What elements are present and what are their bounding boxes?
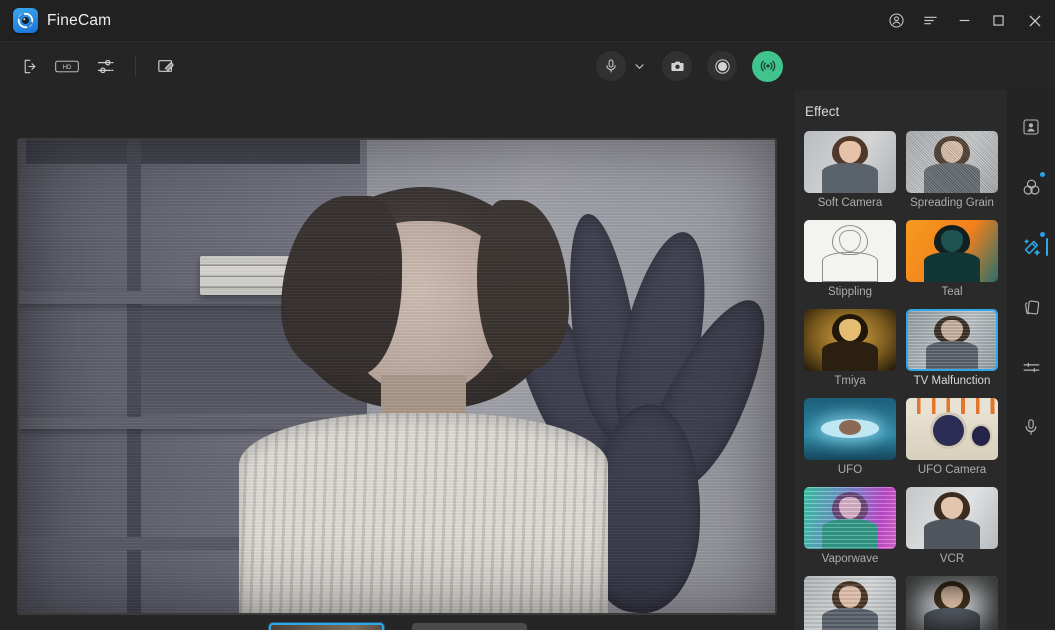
effect-label: UFO <box>837 464 863 476</box>
preview-vignette <box>19 140 775 613</box>
toolbar-right-group <box>596 42 783 90</box>
color-badge-dot <box>1040 172 1045 177</box>
effect-thumbnail[interactable] <box>906 576 998 630</box>
effect-label: Spreading Grain <box>910 197 994 209</box>
effect-item-stippling[interactable]: Stippling <box>803 220 897 299</box>
source-item-vcam[interactable]: XSplit VCam <box>268 623 384 630</box>
add-source-button[interactable]: + <box>411 623 527 630</box>
maximize-button[interactable] <box>981 0 1015 42</box>
effect-label: Soft Camera <box>817 197 883 209</box>
effect-item-tmiya[interactable]: Tmiya <box>803 309 897 388</box>
source-thumbnail[interactable] <box>268 623 384 630</box>
effect-item-vhs[interactable]: Vhs <box>803 576 897 630</box>
effect-thumbnail-selected[interactable] <box>906 309 998 371</box>
effect-thumbnail[interactable] <box>804 309 896 371</box>
effect-item-spreading-grain[interactable]: Spreading Grain <box>905 131 999 210</box>
effects-badge-dot <box>1040 232 1045 237</box>
rail-item-audio[interactable] <box>1014 410 1048 444</box>
adjustments-button[interactable] <box>90 52 120 80</box>
app-branding: FineCam <box>0 8 111 33</box>
effect-thumbnail[interactable] <box>804 398 896 460</box>
source-item-add[interactable]: + Add <box>411 623 527 630</box>
toolbar-divider <box>135 56 136 76</box>
effect-item-vignette[interactable]: Vignette <box>905 576 999 630</box>
snapshot-button[interactable] <box>662 51 692 81</box>
effect-thumbnail[interactable] <box>906 131 998 193</box>
active-tab-indicator <box>1046 238 1048 256</box>
microphone-button[interactable] <box>596 51 626 81</box>
effect-thumbnail[interactable] <box>906 487 998 549</box>
effect-thumbnail[interactable] <box>804 220 896 282</box>
effect-item-ufo-camera[interactable]: UFO Camera <box>905 398 999 477</box>
minimize-button[interactable] <box>947 0 981 42</box>
effect-label: Teal <box>941 286 963 298</box>
effect-thumbnail[interactable] <box>804 576 896 630</box>
effect-label: Stippling <box>827 286 873 298</box>
account-button[interactable] <box>879 0 913 42</box>
effect-item-ufo[interactable]: UFO <box>803 398 897 477</box>
source-strip: XSplit VCam + Add <box>0 623 795 630</box>
rail-item-color[interactable] <box>1014 170 1048 204</box>
effect-item-teal[interactable]: Teal <box>905 220 999 299</box>
effect-panel-title: Effect <box>805 104 840 119</box>
rail-item-background[interactable] <box>1014 110 1048 144</box>
menu-button[interactable] <box>913 0 947 42</box>
stage-area: XSplit VCam + Add <box>0 90 795 630</box>
effect-label: VCR <box>939 553 965 565</box>
record-button[interactable] <box>707 51 737 81</box>
right-rail <box>1007 90 1055 630</box>
effect-thumbnail[interactable] <box>906 398 998 460</box>
effect-thumbnail[interactable] <box>804 487 896 549</box>
app-title: FineCam <box>47 11 112 29</box>
preview-scene <box>19 140 775 613</box>
close-button[interactable] <box>1015 0 1055 42</box>
effect-item-vcr[interactable]: VCR <box>905 487 999 566</box>
effect-item-soft-camera[interactable]: Soft Camera <box>803 131 897 210</box>
rail-item-effects[interactable] <box>1014 230 1048 264</box>
main-toolbar: HD <box>0 42 1055 90</box>
effect-thumbnail[interactable] <box>804 131 896 193</box>
microphone-dropdown-chevron-down-icon[interactable] <box>630 52 648 80</box>
broadcast-button[interactable] <box>752 50 783 82</box>
sign-out-button[interactable] <box>14 52 44 80</box>
watermark-eraser-button[interactable] <box>151 52 181 80</box>
title-bar: FineCam <box>0 0 1055 42</box>
app-body: XSplit VCam + Add Effect <box>0 90 1055 630</box>
effect-item-tv-malfunction[interactable]: TV Malfunction <box>905 309 999 388</box>
toolbar-left-group: HD <box>14 52 181 80</box>
effect-item-vaporwave[interactable]: Vaporwave <box>803 487 897 566</box>
effect-thumbnail[interactable] <box>906 220 998 282</box>
rail-item-overlays[interactable] <box>1014 290 1048 324</box>
finecam-aperture-logo-icon <box>13 8 38 33</box>
effect-label: TV Malfunction <box>913 375 991 387</box>
effect-grid: Soft Camera Spreading Grain Stippling Te… <box>795 131 1007 630</box>
finecam-window: FineCam HD Effect Soft Camera Spreading … <box>0 0 1055 630</box>
effect-panel: Effect Soft Camera Spreading Grain Stipp… <box>795 90 1007 630</box>
effect-label: UFO Camera <box>917 464 987 476</box>
video-preview[interactable] <box>17 138 777 615</box>
effect-label: Tmiya <box>834 375 866 387</box>
svg-text:HD: HD <box>63 65 72 71</box>
effect-label: Vaporwave <box>821 553 879 565</box>
window-controls <box>879 0 1055 41</box>
rail-item-adjust[interactable] <box>1014 350 1048 384</box>
hd-quality-button[interactable]: HD <box>52 52 82 80</box>
